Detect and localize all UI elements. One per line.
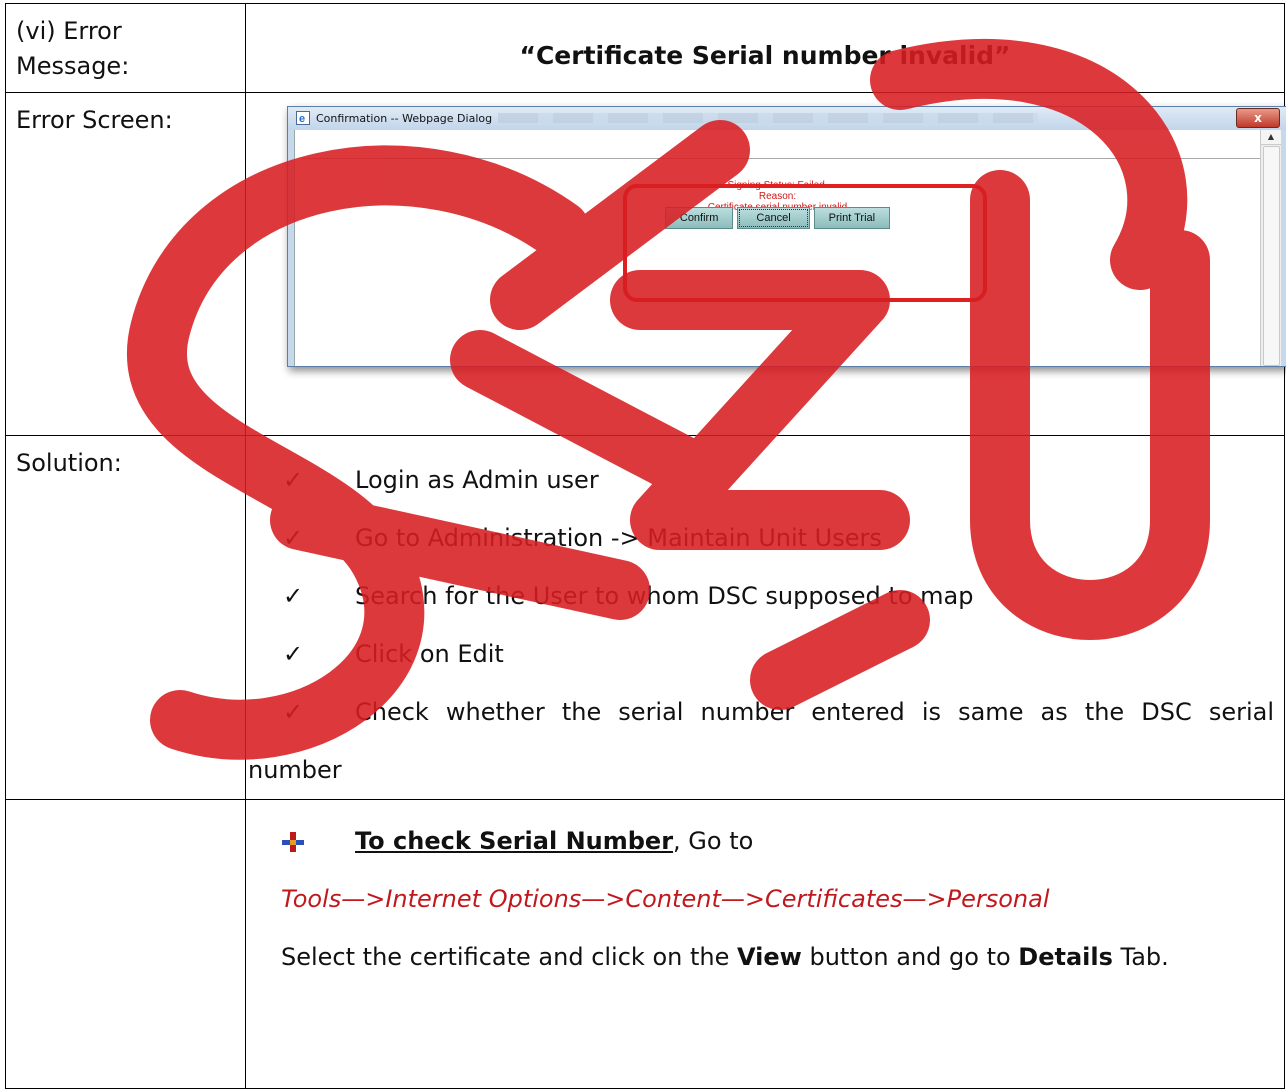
instruction: Select the certificate and click on the … (281, 928, 1274, 986)
label-cell (5, 799, 246, 1089)
content-cell: “Certificate Serial number invalid” (245, 3, 1285, 93)
scroll-up-arrow-icon[interactable]: ▲ (1261, 130, 1281, 145)
error-message-label: (vi) Error Message: (16, 17, 130, 80)
row-error-screen: Error Screen: e Confirmation -- Webpage … (5, 92, 1286, 436)
label-cell: Solution: (5, 435, 246, 800)
solution-label: Solution: (16, 449, 122, 477)
instruction-text: Tab. (1112, 943, 1169, 971)
error-screen-label: Error Screen: (16, 106, 173, 134)
list-item: ✓ Check whether the serial number entere… (283, 683, 1274, 741)
highlight-box (623, 184, 987, 302)
step-text-continuation: number (248, 756, 342, 784)
arrow-bullet-icon (282, 832, 304, 852)
divider (301, 158, 1260, 159)
step-text: Search for the User to whom DSC supposed… (355, 582, 974, 610)
list-item: ✓ Login as Admin user (283, 451, 1274, 509)
background-window-title (498, 113, 1038, 123)
content-cell: ✓ Login as Admin user ✓ Go to Administra… (245, 435, 1285, 800)
close-button[interactable]: x (1236, 108, 1280, 128)
checkmark-icon: ✓ (283, 582, 304, 610)
instruction-text: button and go to (801, 943, 1019, 971)
row-serial-check: To check Serial Number, Go to Tools—>Int… (5, 799, 1285, 1089)
row-solution: Solution: ✓ Login as Admin user ✓ Go to … (5, 435, 1285, 800)
view-label: View (737, 943, 802, 971)
step-text: Check whether the serial number entered … (355, 698, 1274, 726)
checkmark-icon: ✓ (283, 698, 304, 726)
step-text: Go to Administration -> Maintain Unit Us… (355, 524, 882, 552)
dialog-title-bar: e Confirmation -- Webpage Dialog x (288, 107, 1286, 130)
svg-text:e: e (299, 113, 305, 125)
step-text: Click on Edit (355, 640, 504, 668)
scrollbar[interactable]: ▲ (1260, 130, 1281, 366)
menu-path: Tools—>Internet Options—>Content—>Certif… (281, 885, 1050, 913)
content-cell: To check Serial Number, Go to Tools—>Int… (245, 799, 1285, 1089)
serial-check-title: To check Serial Number (355, 827, 674, 855)
details-label: Details (1018, 943, 1113, 971)
checkmark-icon: ✓ (283, 640, 304, 668)
dialog-screenshot: e Confirmation -- Webpage Dialog x Signi… (287, 106, 1286, 367)
label-cell: Error Screen: (5, 92, 246, 436)
content-cell: e Confirmation -- Webpage Dialog x Signi… (245, 92, 1286, 436)
document-table: (vi) Error Message: “Certificate Serial … (5, 3, 1286, 1089)
serial-check-rest: , Go to (673, 827, 754, 855)
serial-check-heading: To check Serial Number, Go to (281, 812, 1274, 870)
ie-icon: e (296, 111, 310, 125)
row-error-message: (vi) Error Message: “Certificate Serial … (5, 3, 1285, 93)
instruction-text: Select the certificate and click on the (281, 943, 737, 971)
checkmark-icon: ✓ (283, 524, 304, 552)
list-item: ✓ Click on Edit (283, 625, 1274, 683)
label-cell: (vi) Error Message: (5, 3, 246, 93)
error-message-text: “Certificate Serial number invalid” (519, 41, 1011, 70)
list-item: ✓ Search for the User to whom DSC suppos… (283, 567, 1274, 625)
checkmark-icon: ✓ (283, 466, 304, 494)
list-item: ✓ Go to Administration -> Maintain Unit … (283, 509, 1274, 567)
solution-steps: ✓ Login as Admin user ✓ Go to Administra… (246, 436, 1284, 799)
dialog-title: Confirmation -- Webpage Dialog (316, 112, 493, 125)
step-text: Login as Admin user (355, 466, 599, 494)
scroll-thumb[interactable] (1263, 146, 1280, 366)
